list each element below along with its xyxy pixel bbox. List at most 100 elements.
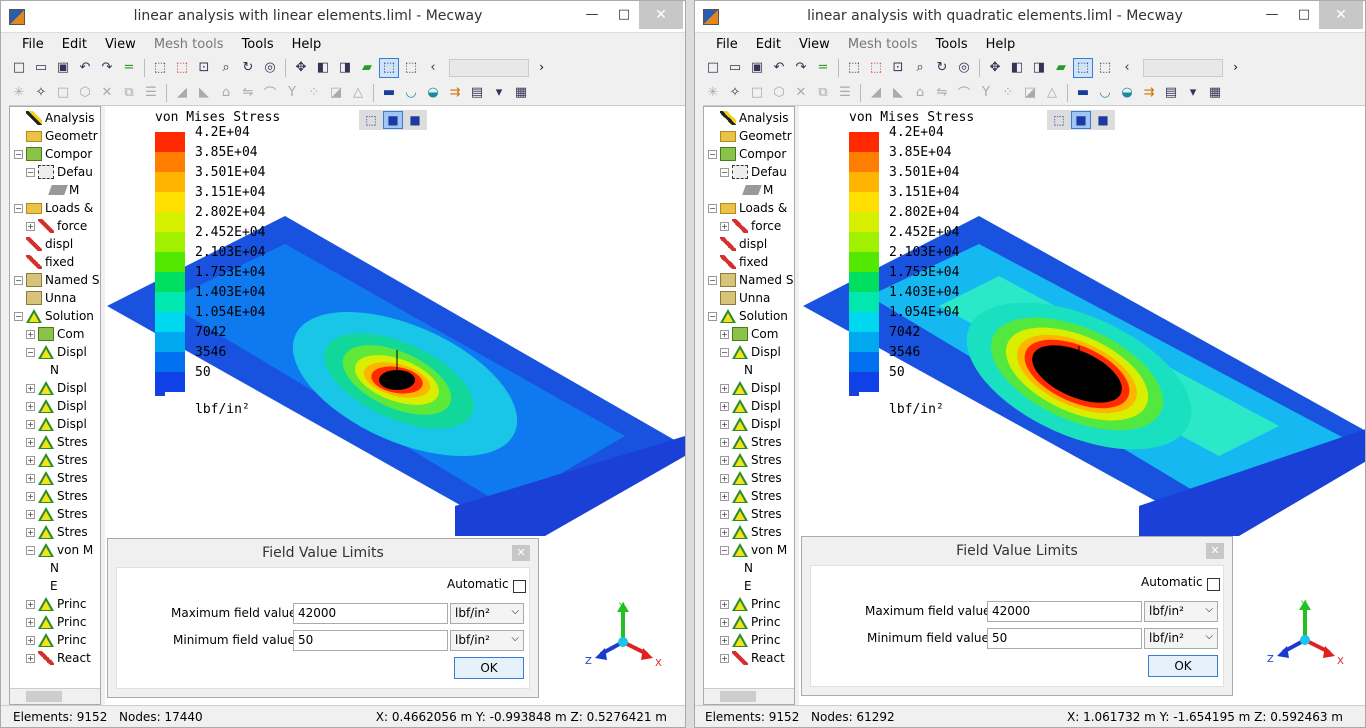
tree-horizontal-scrollbar[interactable] [10, 688, 100, 704]
collapse-icon[interactable]: − [708, 149, 717, 159]
tree-item[interactable]: + Displ [26, 415, 87, 433]
tree-horizontal-scrollbar[interactable] [704, 688, 794, 704]
tree-item[interactable]: − Compor [708, 145, 786, 163]
triangle-icon[interactable]: △ [348, 83, 368, 103]
min-field-input[interactable]: 50 [293, 630, 448, 651]
toolbar-scroll[interactable]: › [449, 58, 544, 77]
expand-icon[interactable]: + [26, 401, 35, 411]
dish-icon[interactable]: ◒ [423, 83, 443, 103]
refine-icon[interactable]: ◪ [326, 83, 346, 103]
revolve-icon[interactable]: ◣ [888, 83, 908, 103]
expand-icon[interactable]: + [720, 383, 729, 393]
undo-icon[interactable]: ↶ [75, 58, 95, 78]
shaded-view-icon[interactable]: ■ [1093, 111, 1113, 129]
tree-item[interactable]: + Stres [720, 505, 782, 523]
zoom-icon[interactable]: ⌕ [216, 58, 236, 78]
tree-item[interactable]: + Princ [720, 613, 781, 631]
tree-item[interactable]: fixed [26, 253, 74, 271]
redo-icon[interactable]: ↷ [97, 58, 117, 78]
expand-icon[interactable]: + [26, 653, 35, 663]
extrude-icon[interactable]: ◢ [172, 83, 192, 103]
wireframe-cube-icon[interactable]: ⬚ [150, 58, 170, 78]
cube-alt-icon[interactable]: ⬚ [1095, 58, 1115, 78]
menu-mesh-tools[interactable]: Mesh tools [839, 37, 927, 52]
cube-red-icon[interactable]: ⬚ [866, 58, 886, 78]
box-icon[interactable]: □ [53, 83, 73, 103]
mirror-icon[interactable]: ⇋ [932, 83, 952, 103]
min-unit-select[interactable]: lbf/in² ⌵ [1144, 628, 1218, 649]
bend-icon[interactable]: ⌒ [954, 83, 974, 103]
expand-icon[interactable]: + [720, 455, 729, 465]
expand-icon[interactable]: + [26, 509, 35, 519]
menu-help[interactable]: Help [977, 37, 1025, 52]
split-icon[interactable]: Y [976, 83, 996, 103]
maximize-button[interactable]: □ [1289, 1, 1319, 29]
list-icon[interactable]: ☰ [835, 83, 855, 103]
model-tree[interactable]: + React + Princ + Princ + Princ E N − von M + Stres + S… [703, 106, 795, 705]
expand-icon[interactable]: + [26, 383, 35, 393]
mirror-icon[interactable]: ⇋ [238, 83, 258, 103]
collapse-icon[interactable]: − [720, 167, 729, 177]
film-icon[interactable]: ▤ [467, 83, 487, 103]
max-unit-select[interactable]: lbf/in² ⌵ [450, 603, 524, 624]
min-field-input[interactable]: 50 [987, 628, 1142, 649]
tree-item[interactable]: + Stres [26, 487, 88, 505]
solid-view-icon[interactable]: ■ [1071, 111, 1091, 129]
tree-item[interactable]: + Princ [720, 631, 781, 649]
max-field-input[interactable]: 42000 [987, 601, 1142, 622]
tree-item[interactable]: − Loads & [708, 199, 787, 217]
collapse-icon[interactable]: − [720, 545, 729, 555]
cube-outline-icon[interactable]: ⬚ [1073, 57, 1093, 78]
expand-icon[interactable]: + [720, 653, 729, 663]
expand-icon[interactable]: + [26, 617, 35, 627]
collapse-icon[interactable]: − [14, 275, 23, 285]
menu-file[interactable]: File [13, 37, 53, 52]
magic-icon[interactable]: ✧ [31, 83, 51, 103]
equals-icon[interactable]: = [119, 58, 139, 78]
expand-icon[interactable]: + [26, 221, 35, 231]
line-icon[interactable]: ▬ [1073, 83, 1093, 103]
explode-icon[interactable]: ✳ [9, 83, 29, 103]
copy-icon[interactable]: ⧉ [813, 83, 833, 103]
open-folder-icon[interactable]: ▭ [31, 58, 51, 78]
tree-item[interactable]: + Stres [720, 433, 782, 451]
dropdown-arrow-icon[interactable]: ▾ [489, 83, 509, 103]
cube-red-icon[interactable]: ⬚ [172, 58, 192, 78]
toolbar-scroll[interactable]: › [1143, 58, 1238, 77]
tree-item[interactable]: N [744, 361, 753, 379]
tree-item[interactable]: Analysis [26, 109, 94, 127]
new-file-icon[interactable]: □ [9, 58, 29, 78]
cube3d-icon[interactable]: ⬡ [769, 83, 789, 103]
expand-icon[interactable]: + [720, 527, 729, 537]
cube-alt-icon[interactable]: ⬚ [401, 58, 421, 78]
expand-icon[interactable]: + [720, 617, 729, 627]
copy-icon[interactable]: ⧉ [119, 83, 139, 103]
tree-item[interactable]: + force [720, 217, 781, 235]
tree-item[interactable]: M [742, 181, 773, 199]
tree-item[interactable]: + Stres [26, 523, 88, 541]
film-icon[interactable]: ▤ [1161, 83, 1181, 103]
table-icon[interactable]: ▦ [511, 83, 531, 103]
new-file-icon[interactable]: □ [703, 58, 723, 78]
tree-item[interactable]: + Princ [26, 595, 87, 613]
plane-view-icon[interactable]: ▰ [357, 58, 377, 78]
expand-icon[interactable]: + [26, 329, 35, 339]
tree-item[interactable]: displ [26, 235, 73, 253]
collapse-icon[interactable]: − [14, 203, 23, 213]
menu-help[interactable]: Help [283, 37, 331, 52]
plane-view-icon[interactable]: ▰ [1051, 58, 1071, 78]
tree-item[interactable]: + Displ [720, 415, 781, 433]
tree-item[interactable]: N [50, 361, 59, 379]
tree-item[interactable]: + React [720, 649, 785, 667]
tree-item[interactable]: − Displ [720, 343, 781, 361]
cube3d-icon[interactable]: ⬡ [75, 83, 95, 103]
expand-icon[interactable]: + [720, 473, 729, 483]
expand-icon[interactable]: + [26, 437, 35, 447]
expand-icon[interactable]: + [720, 509, 729, 519]
tree-item[interactable]: − Defau [26, 163, 93, 181]
tree-item[interactable]: + Stres [26, 451, 88, 469]
tree-item[interactable]: − Loads & [14, 199, 93, 217]
tree-item[interactable]: E [50, 577, 58, 595]
tree-item[interactable]: − Compor [14, 145, 92, 163]
collapse-icon[interactable]: − [26, 347, 35, 357]
